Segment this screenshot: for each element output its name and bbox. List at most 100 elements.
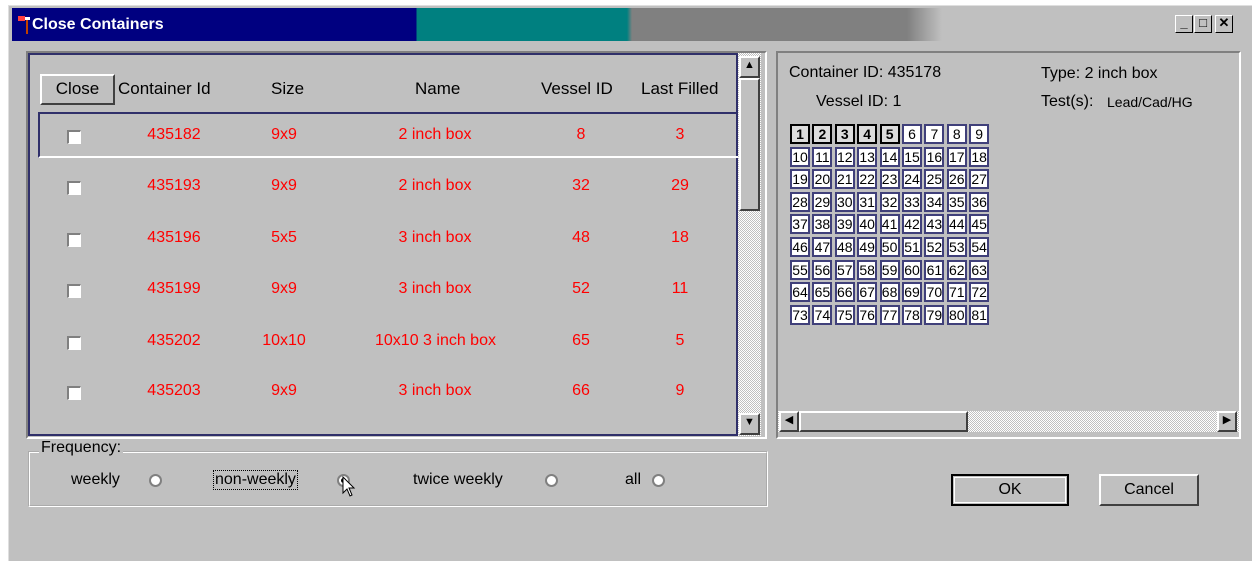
grid-position-cell[interactable]: 60: [902, 259, 922, 280]
grid-position-cell[interactable]: 7: [924, 124, 945, 144]
grid-position-cell[interactable]: 57: [834, 259, 855, 280]
all-radio[interactable]: [652, 474, 665, 487]
grid-position-cell[interactable]: 80: [946, 304, 967, 325]
grid-position-cell[interactable]: 64: [790, 282, 810, 303]
grid-position-cell[interactable]: 23: [879, 169, 900, 190]
grid-position-cell[interactable]: 15: [902, 146, 922, 167]
all-label[interactable]: all: [625, 471, 641, 489]
scroll-down-button[interactable]: ▼: [739, 413, 760, 435]
minimize-button[interactable]: _: [1175, 15, 1193, 33]
grid-position-cell[interactable]: 46: [790, 237, 810, 257]
grid-position-cell[interactable]: 4: [857, 124, 878, 144]
grid-position-cell[interactable]: 51: [902, 237, 922, 257]
grid-position-cell[interactable]: 21: [834, 169, 855, 190]
grid-position-cell[interactable]: 52: [924, 237, 945, 257]
close-checkbox[interactable]: [67, 130, 81, 144]
grid-position-cell[interactable]: 11: [812, 146, 833, 167]
grid-position-cell[interactable]: 1: [790, 124, 810, 144]
grid-position-cell[interactable]: 10: [790, 146, 810, 167]
scroll-left-button[interactable]: ◀: [779, 411, 799, 432]
grid-position-cell[interactable]: 56: [812, 259, 833, 280]
grid-position-cell[interactable]: 20: [812, 169, 833, 190]
table-scroll-thumb[interactable]: [739, 78, 760, 211]
twice-weekly-radio[interactable]: [545, 474, 558, 487]
grid-position-cell[interactable]: 68: [879, 282, 900, 303]
grid-position-cell[interactable]: 2: [812, 124, 833, 144]
grid-position-cell[interactable]: 40: [857, 214, 878, 235]
scroll-right-button[interactable]: ▶: [1217, 411, 1237, 432]
grid-position-cell[interactable]: 72: [969, 282, 990, 303]
grid-position-cell[interactable]: 27: [969, 169, 990, 190]
grid-position-cell[interactable]: 12: [834, 146, 855, 167]
grid-position-cell[interactable]: 59: [879, 259, 900, 280]
grid-position-cell[interactable]: 67: [857, 282, 878, 303]
grid-position-cell[interactable]: 69: [902, 282, 922, 303]
grid-position-cell[interactable]: 81: [969, 304, 990, 325]
grid-position-cell[interactable]: 36: [969, 191, 990, 212]
ok-button[interactable]: OK: [951, 474, 1069, 506]
grid-position-cell[interactable]: 53: [946, 237, 967, 257]
grid-position-cell[interactable]: 24: [902, 169, 922, 190]
grid-position-cell[interactable]: 25: [924, 169, 945, 190]
grid-position-cell[interactable]: 78: [902, 304, 922, 325]
grid-position-cell[interactable]: 38: [812, 214, 833, 235]
grid-position-cell[interactable]: 49: [857, 237, 878, 257]
grid-position-cell[interactable]: 55: [790, 259, 810, 280]
grid-position-cell[interactable]: 31: [857, 191, 878, 212]
grid-position-cell[interactable]: 70: [924, 282, 945, 303]
grid-position-cell[interactable]: 77: [879, 304, 900, 325]
grid-position-cell[interactable]: 34: [924, 191, 945, 212]
scroll-up-button[interactable]: ▲: [739, 56, 760, 78]
title-bar[interactable]: Close Containers: [12, 8, 1248, 41]
close-checkbox[interactable]: [67, 233, 81, 247]
grid-position-cell[interactable]: 18: [969, 146, 990, 167]
grid-position-cell[interactable]: 61: [924, 259, 945, 280]
grid-position-cell[interactable]: 79: [924, 304, 945, 325]
close-checkbox[interactable]: [67, 284, 81, 298]
close-window-button[interactable]: ✕: [1215, 15, 1233, 33]
grid-position-cell[interactable]: 73: [790, 304, 810, 325]
grid-position-cell[interactable]: 30: [834, 191, 855, 212]
grid-position-cell[interactable]: 71: [946, 282, 967, 303]
grid-position-cell[interactable]: 74: [812, 304, 833, 325]
cancel-button[interactable]: Cancel: [1099, 474, 1199, 506]
grid-position-cell[interactable]: 41: [879, 214, 900, 235]
close-checkbox[interactable]: [67, 336, 81, 350]
grid-position-cell[interactable]: 13: [857, 146, 878, 167]
non-weekly-label[interactable]: non-weekly: [213, 470, 298, 490]
grid-position-cell[interactable]: 75: [834, 304, 855, 325]
close-column-header-button[interactable]: Close: [40, 74, 115, 105]
grid-position-cell[interactable]: 6: [902, 124, 922, 144]
grid-position-cell[interactable]: 22: [857, 169, 878, 190]
grid-position-cell[interactable]: 14: [879, 146, 900, 167]
grid-position-cell[interactable]: 47: [812, 237, 833, 257]
maximize-button[interactable]: □: [1194, 15, 1212, 33]
grid-position-cell[interactable]: 58: [857, 259, 878, 280]
grid-position-cell[interactable]: 17: [946, 146, 967, 167]
grid-position-cell[interactable]: 48: [834, 237, 855, 257]
grid-position-cell[interactable]: 37: [790, 214, 810, 235]
grid-position-cell[interactable]: 35: [946, 191, 967, 212]
weekly-radio[interactable]: [149, 474, 162, 487]
grid-position-cell[interactable]: 33: [902, 191, 922, 212]
close-checkbox[interactable]: [67, 386, 81, 400]
grid-position-cell[interactable]: 66: [834, 282, 855, 303]
grid-position-cell[interactable]: 63: [969, 259, 990, 280]
grid-position-cell[interactable]: 16: [924, 146, 945, 167]
grid-position-cell[interactable]: 3: [834, 124, 855, 144]
grid-position-cell[interactable]: 54: [969, 237, 990, 257]
grid-position-cell[interactable]: 62: [946, 259, 967, 280]
grid-position-cell[interactable]: 8: [946, 124, 967, 144]
twice-weekly-label[interactable]: twice weekly: [413, 471, 503, 489]
grid-position-cell[interactable]: 5: [879, 124, 900, 144]
grid-position-cell[interactable]: 39: [834, 214, 855, 235]
grid-position-cell[interactable]: 50: [879, 237, 900, 257]
grid-position-cell[interactable]: 28: [790, 191, 810, 212]
grid-position-cell[interactable]: 44: [946, 214, 967, 235]
close-checkbox[interactable]: [67, 181, 81, 195]
grid-position-cell[interactable]: 32: [879, 191, 900, 212]
weekly-label[interactable]: weekly: [71, 471, 120, 489]
details-scroll-thumb[interactable]: [799, 411, 968, 432]
grid-position-cell[interactable]: 76: [857, 304, 878, 325]
grid-position-cell[interactable]: 65: [812, 282, 833, 303]
